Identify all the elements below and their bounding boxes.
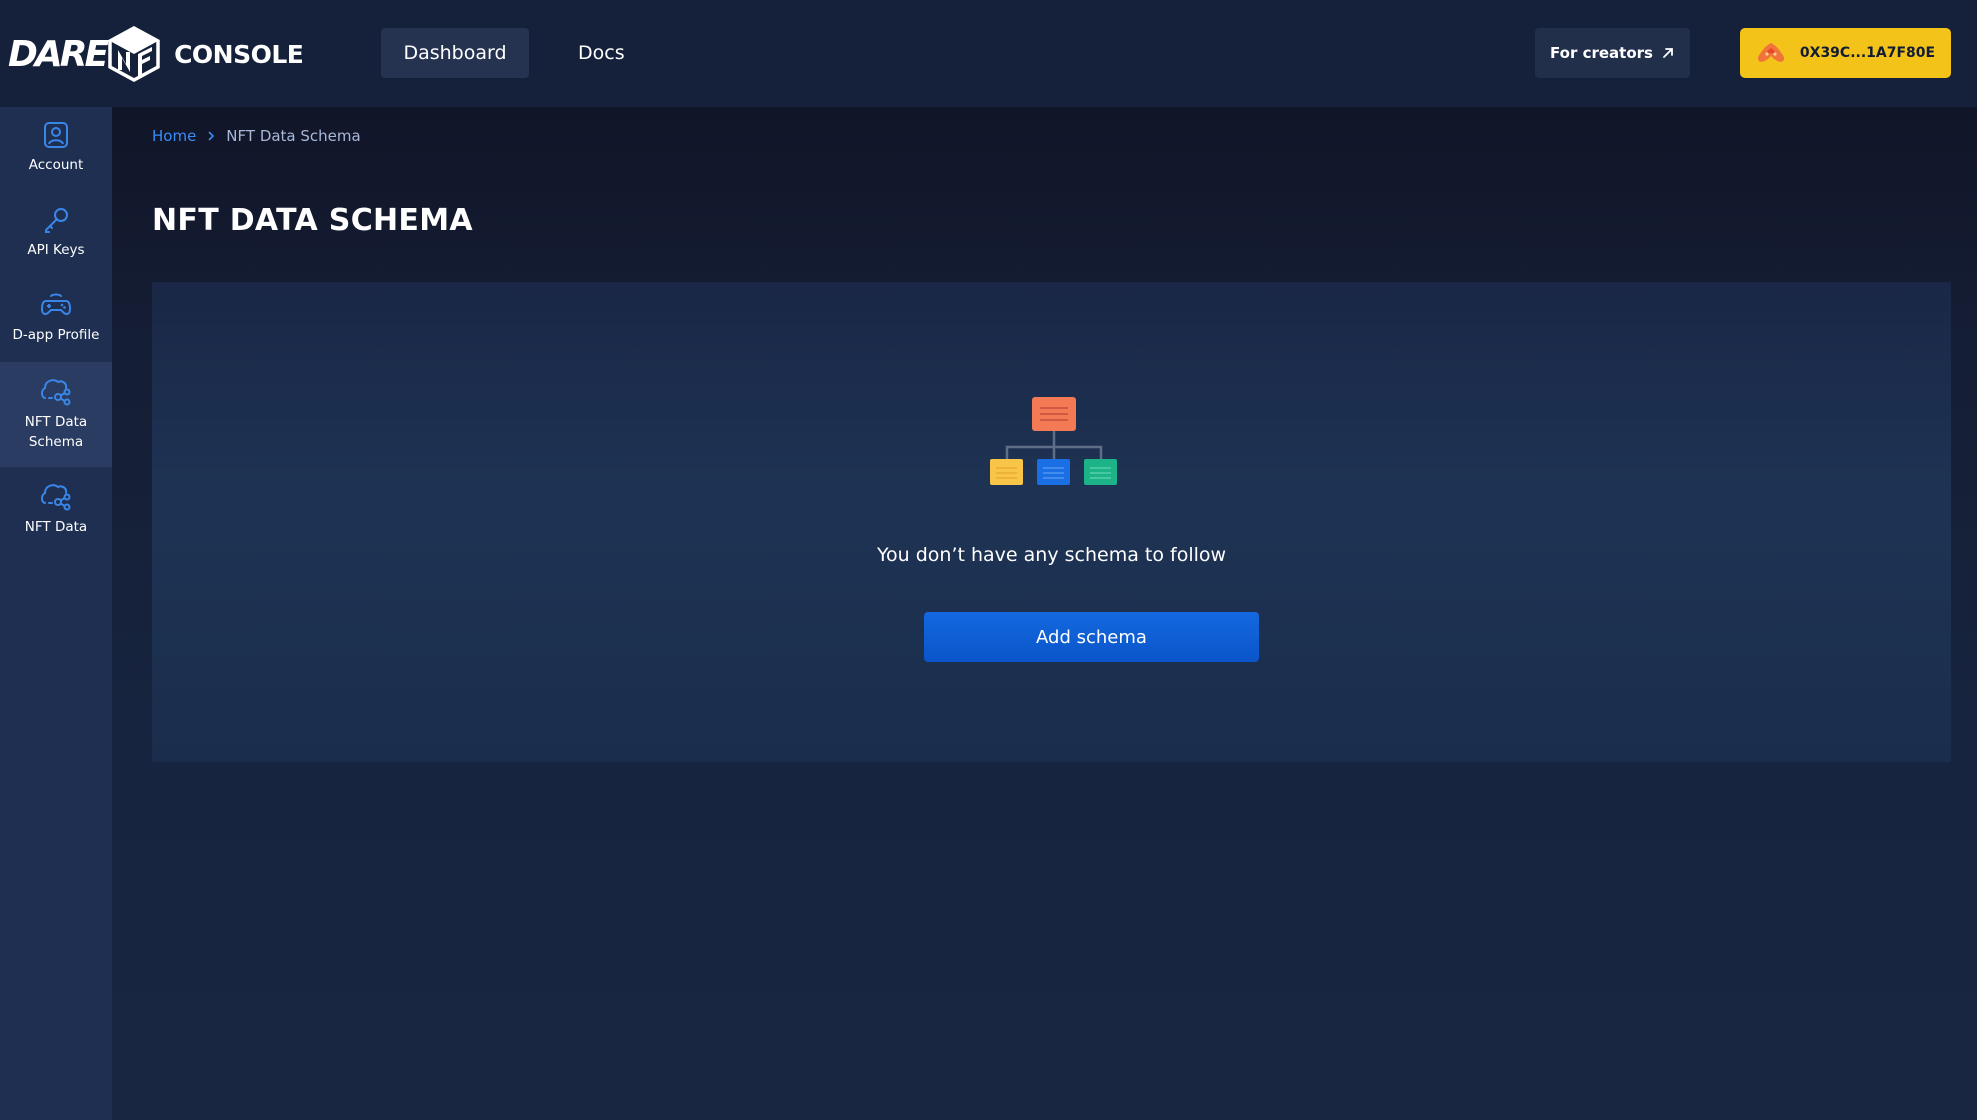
empty-state-message: You don’t have any schema to follow (876, 544, 1227, 566)
logo-wordmark: DARE (8, 33, 109, 75)
nav-dashboard[interactable]: Dashboard (381, 28, 529, 78)
nav-docs[interactable]: Docs (553, 28, 650, 78)
sidebar-item-nft-data[interactable]: NFT Data (0, 467, 112, 552)
sidebar-item-dapp-profile[interactable]: D-app Profile (0, 277, 112, 362)
for-creators-button[interactable]: For creators (1535, 28, 1690, 78)
sidebar-item-label: NFT Data Schema (24, 414, 88, 450)
wallet-address: 0X39C...1A7F80E (1799, 45, 1936, 61)
sidebar: Account API Keys D-app Profile NFT Data … (0, 107, 112, 1120)
nft-schema-icon (41, 379, 71, 406)
sidebar-item-api-keys[interactable]: API Keys (0, 192, 112, 277)
breadcrumb: Home NFT Data Schema (152, 127, 361, 145)
schema-hierarchy-icon (990, 397, 1117, 485)
nft-data-icon (41, 484, 71, 511)
sidebar-item-label: Account (28, 157, 84, 173)
chevron-right-icon (208, 131, 215, 141)
add-schema-button[interactable]: Add schema (924, 612, 1259, 662)
gamepad-icon (40, 293, 72, 315)
console-label: CONSOLE (174, 39, 304, 69)
sidebar-item-label: API Keys (27, 242, 85, 258)
main-content: Home NFT Data Schema NFT DATA SCHEMA You… (112, 107, 1977, 1120)
key-icon (45, 208, 68, 233)
sidebar-item-account[interactable]: Account (0, 107, 112, 192)
dare-nft-logo[interactable]: DARE CONSOLE (8, 26, 304, 82)
breadcrumb-current: NFT Data Schema (226, 127, 361, 145)
page-title: NFT DATA SCHEMA (152, 203, 473, 238)
top-bar: DARE CONSOLE Dashboard Docs For creators… (0, 0, 1977, 107)
wallet-avatar-icon (1757, 43, 1784, 62)
for-creators-label: For creators (1550, 44, 1653, 62)
sidebar-item-label: NFT Data (24, 519, 88, 535)
external-arrow-icon (1663, 48, 1673, 58)
add-schema-label: Add schema (1036, 626, 1147, 648)
wallet-button[interactable]: 0X39C...1A7F80E (1740, 28, 1951, 78)
sidebar-item-label: D-app Profile (12, 327, 100, 343)
logo-cube-icon (108, 26, 160, 82)
nav-dashboard-label: Dashboard (403, 42, 507, 64)
breadcrumb-home-link[interactable]: Home (152, 127, 196, 145)
empty-state-panel: You don’t have any schema to follow Add … (152, 282, 1951, 762)
nav-docs-label: Docs (578, 42, 625, 64)
account-icon (44, 122, 68, 148)
sidebar-item-nft-data-schema[interactable]: NFT Data Schema (0, 362, 112, 467)
